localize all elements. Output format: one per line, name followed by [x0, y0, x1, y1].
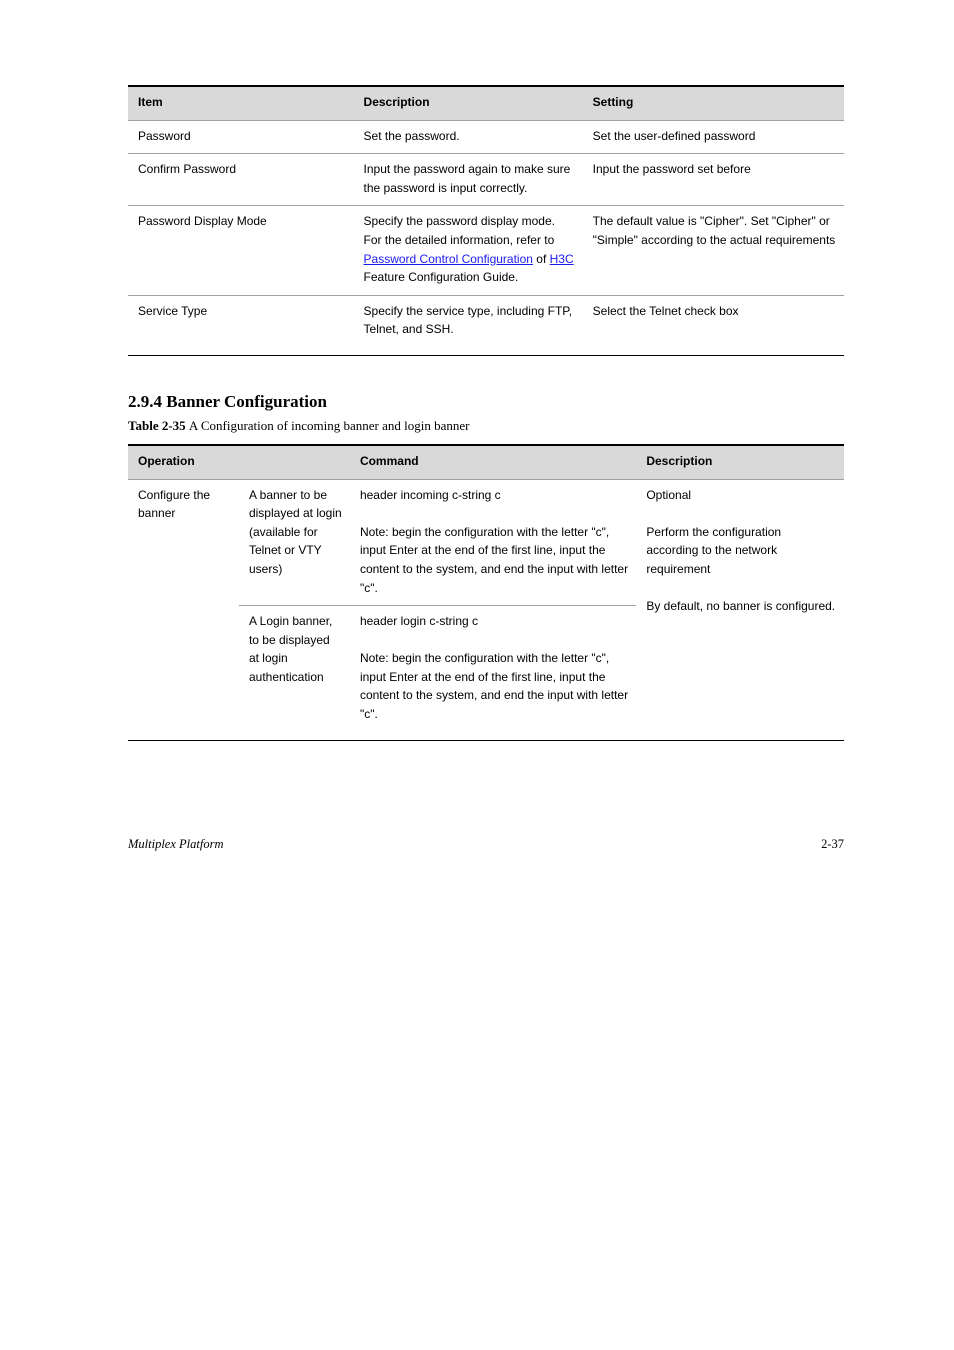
cell-setting: Input the password set before [583, 154, 844, 206]
cell-desc: Specify the service type, including FTP,… [354, 295, 583, 355]
col-header-description: Description [354, 86, 583, 120]
col-header-description: Description [636, 445, 844, 479]
cell-desc: Input the password again to make sure th… [354, 154, 583, 206]
table-row: Password Display Mode Specify the passwo… [128, 206, 844, 295]
cell-desc: Specify the password display mode. For t… [354, 206, 583, 295]
table-caption-text: A Configuration of incoming banner and l… [189, 418, 470, 433]
table-row: Configure the banner A banner to be disp… [128, 479, 844, 606]
table-caption-label: Table 2-35 [128, 418, 189, 433]
table-row: Service Type Specify the service type, i… [128, 295, 844, 355]
cell-operation: Configure the banner [128, 479, 239, 740]
cell-command: header incoming c-string c Note: begin t… [350, 479, 636, 606]
section-heading: 2.9.4 Banner Configuration [128, 392, 844, 412]
table-caption: Table 2-35 A Configuration of incoming b… [128, 418, 844, 434]
table-row: Confirm Password Input the password agai… [128, 154, 844, 206]
cell-setting: The default value is "Cipher". Set "Ciph… [583, 206, 844, 295]
cell-description: Optional Perform the configuration accor… [636, 479, 844, 740]
link-password-control[interactable]: Password Control Configuration [364, 252, 533, 266]
cell-item: Password [128, 120, 354, 154]
col-header-operation: Operation [128, 445, 350, 479]
operation-command-table: Operation Command Description Configure … [128, 444, 844, 741]
page-footer: Multiplex Platform 2-37 [128, 837, 844, 852]
col-header-command: Command [350, 445, 636, 479]
cell-desc: Set the password. [354, 120, 583, 154]
col-header-setting: Setting [583, 86, 844, 120]
item-description-table: Item Description Setting Password Set th… [128, 85, 844, 356]
link-h3c[interactable]: H3C [550, 252, 574, 266]
table-row: Password Set the password. Set the user-… [128, 120, 844, 154]
cell-item: Password Display Mode [128, 206, 354, 295]
footer-page-number: 2-37 [821, 837, 844, 852]
cell-setting: Set the user-defined password [583, 120, 844, 154]
cell-item: Service Type [128, 295, 354, 355]
cell-sub-operation: A banner to be displayed at login (avail… [239, 479, 350, 606]
cell-item: Confirm Password [128, 154, 354, 206]
footer-title: Multiplex Platform [128, 837, 223, 852]
cell-command: header login c-string c Note: begin the … [350, 606, 636, 741]
cell-sub-operation: A Login banner, to be displayed at login… [239, 606, 350, 741]
cell-setting: Select the Telnet check box [583, 295, 844, 355]
col-header-item: Item [128, 86, 354, 120]
